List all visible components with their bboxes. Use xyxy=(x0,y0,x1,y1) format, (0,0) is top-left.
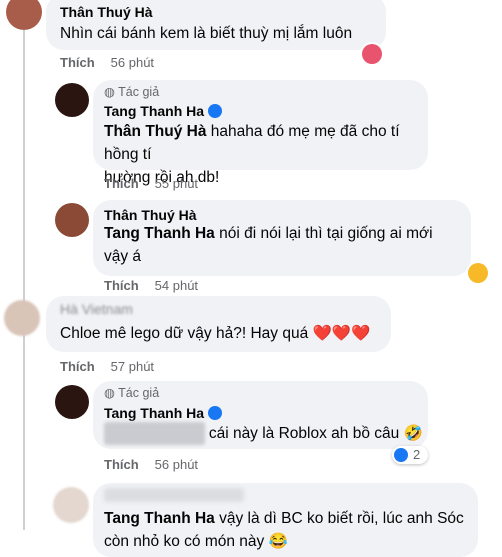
author-avatar[interactable] xyxy=(55,385,89,419)
comment-text: Hà Vietnam xx cái này là Roblox ah bồ câ… xyxy=(104,422,423,445)
commenter-name[interactable]: Tang Thanh Ha xyxy=(104,102,223,120)
author-badge: ◍ Tác giả xyxy=(104,385,159,400)
redacted-name xyxy=(104,488,244,502)
avatar[interactable] xyxy=(55,203,89,237)
commenter-name[interactable]: Thân Thuý Hà xyxy=(60,3,153,21)
commenter-name[interactable]: Tang Thanh Ha xyxy=(104,404,223,422)
comment-text-line: nói đi nói lại thì tại giống ai mới xyxy=(214,225,433,242)
reaction-haha-icon[interactable] xyxy=(468,263,488,283)
comment-text: Tang Thanh Ha nói đi nói lại thì tại giố… xyxy=(104,222,464,268)
avatar[interactable] xyxy=(53,487,89,523)
timestamp[interactable]: 55 phút xyxy=(155,176,198,191)
avatar[interactable] xyxy=(4,300,40,336)
author-avatar[interactable] xyxy=(55,83,89,117)
redacted-mention: Hà Vietnam xx xyxy=(104,422,205,445)
author-badge-icon: ◍ xyxy=(104,386,119,400)
thread-line xyxy=(23,30,25,530)
timestamp[interactable]: 54 phút xyxy=(155,278,198,293)
comment-text-line: vậy là dì BC ko biết rồi, lúc anh Sóc xyxy=(214,510,464,527)
timestamp[interactable]: 56 phút xyxy=(111,55,154,70)
comment-text: Chloe mê lego dữ vậy hả?! Hay quá ❤️❤️❤️ xyxy=(60,325,371,342)
comment-text-line: cái này là Roblox ah bồ câu 🤣 xyxy=(204,425,423,442)
reaction-count: 2 xyxy=(413,447,421,462)
comment-meta: Thích 55 phút xyxy=(104,176,198,191)
comment-text-line: còn nhỏ ko có món này 😂 xyxy=(104,533,288,550)
commenter-name-text: Tang Thanh Ha xyxy=(104,405,205,421)
reaction-heart-eyes-icon[interactable] xyxy=(362,44,382,64)
author-badge-icon: ◍ xyxy=(104,85,119,99)
like-button[interactable]: Thích xyxy=(104,278,139,293)
timestamp[interactable]: 57 phút xyxy=(111,359,154,374)
comment-meta: Thích 57 phút xyxy=(60,359,154,374)
like-button[interactable]: Thích xyxy=(104,176,139,191)
author-badge: ◍ Tác giả xyxy=(104,84,159,99)
commenter-name[interactable]: Hà Vietnam xyxy=(60,300,133,318)
comment-meta: Thích 56 phút xyxy=(104,457,198,472)
commenter-name-text: Tang Thanh Ha xyxy=(104,103,205,119)
like-reaction-badge[interactable]: 2 xyxy=(392,446,428,464)
mention-link[interactable]: Tang Thanh Ha xyxy=(104,510,215,527)
comment-text: Nhìn cái bánh kem là biết thuỳ mị lắm lu… xyxy=(60,25,353,42)
comment-text: Tang Thanh Ha vậy là dì BC ko biết rồi, … xyxy=(104,507,474,553)
like-reaction-icon xyxy=(394,448,408,462)
author-badge-label: Tác giả xyxy=(118,386,160,400)
comment-meta: Thích 56 phút xyxy=(60,55,154,70)
comment-meta: Thích 54 phút xyxy=(104,278,198,293)
like-button[interactable]: Thích xyxy=(60,359,95,374)
like-button[interactable]: Thích xyxy=(60,55,95,70)
comment-text-line: vậy á xyxy=(104,248,142,265)
timestamp[interactable]: 56 phút xyxy=(155,457,198,472)
author-badge-label: Tác giả xyxy=(118,85,160,99)
commenter-name-text: Hà Vietnam xyxy=(60,301,133,317)
avatar[interactable] xyxy=(6,0,42,30)
mention-link[interactable]: Tang Thanh Ha xyxy=(104,225,215,242)
verified-icon xyxy=(208,406,223,420)
like-button[interactable]: Thích xyxy=(104,457,139,472)
verified-icon xyxy=(208,104,223,118)
mention-link[interactable]: Thân Thuý Hà xyxy=(104,123,206,140)
